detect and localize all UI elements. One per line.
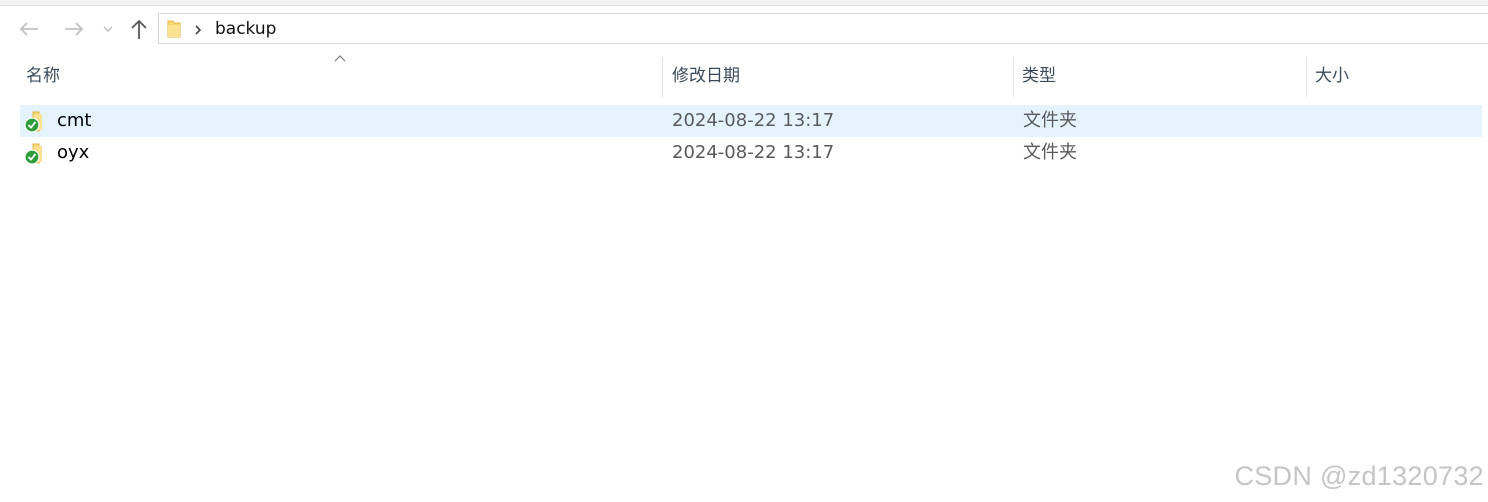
back-button[interactable]	[16, 16, 42, 42]
file-type: 文件夹	[1023, 110, 1077, 131]
arrow-right-icon	[65, 22, 84, 36]
column-divider[interactable]	[662, 57, 663, 97]
arrow-up-icon	[131, 19, 147, 39]
file-row-cmt[interactable]: cmt 2024-08-22 13:17 文件夹	[20, 105, 1482, 137]
recent-locations-button[interactable]	[96, 16, 120, 42]
file-modified-date: 2024-08-22 13:17	[672, 142, 835, 163]
folder-synced-icon	[24, 143, 42, 165]
file-name[interactable]: oyx	[57, 142, 89, 164]
chevron-down-icon	[103, 26, 113, 33]
column-header-size[interactable]: 大小	[1315, 65, 1349, 87]
folder-icon	[167, 20, 181, 38]
file-name[interactable]: cmt	[57, 110, 92, 132]
file-type: 文件夹	[1023, 142, 1077, 163]
column-header-name[interactable]: 名称	[26, 65, 60, 87]
folder-synced-icon	[24, 111, 42, 133]
column-header-type[interactable]: 类型	[1022, 65, 1056, 87]
address-bar[interactable]: backup	[158, 13, 1488, 44]
breadcrumb-segment[interactable]: backup	[215, 19, 276, 39]
watermark-text: CSDN @zd1320732	[1234, 461, 1484, 491]
file-row-oyx[interactable]: oyx 2024-08-22 13:17 文件夹	[20, 137, 1482, 169]
window-top-edge	[0, 0, 1488, 6]
file-modified-date: 2024-08-22 13:17	[672, 110, 835, 131]
forward-button[interactable]	[61, 16, 87, 42]
sort-ascending-icon	[334, 55, 346, 62]
column-divider[interactable]	[1306, 57, 1307, 97]
chevron-right-icon[interactable]	[193, 24, 203, 36]
arrow-left-icon	[19, 22, 38, 36]
column-header-modified[interactable]: 修改日期	[672, 65, 740, 87]
column-divider[interactable]	[1013, 57, 1014, 97]
up-button[interactable]	[126, 16, 152, 42]
